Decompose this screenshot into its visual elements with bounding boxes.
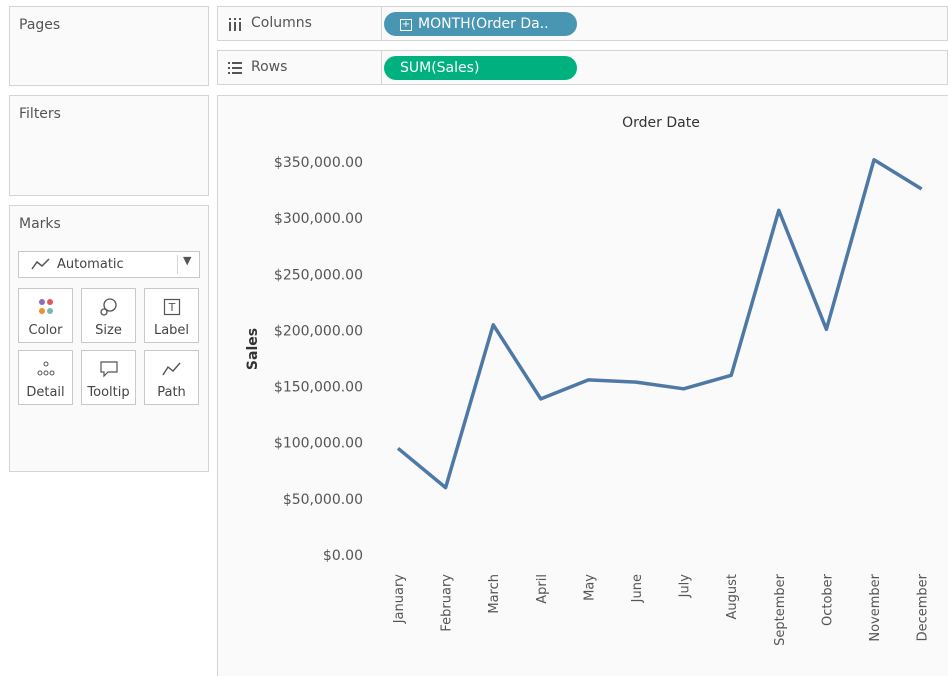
expand-plus-icon[interactable]: + xyxy=(400,19,412,31)
x-tick-label: July xyxy=(678,574,693,599)
data-point[interactable] xyxy=(727,371,735,379)
columns-pill-label: MONTH(Order Da.. xyxy=(418,16,549,32)
sales-line[interactable] xyxy=(396,158,923,490)
marks-card: Marks Automatic ▼ Color Size T Label Det… xyxy=(9,205,209,472)
filters-card[interactable]: Filters xyxy=(9,95,209,196)
y-tick-label: $250,000.00 xyxy=(274,267,363,283)
pages-title: Pages xyxy=(19,17,61,33)
columns-shelf-header: Columns xyxy=(218,7,382,40)
data-point[interactable] xyxy=(442,484,450,492)
data-point[interactable] xyxy=(870,156,878,164)
x-tick-label: April xyxy=(535,574,550,604)
mark-type-label: Automatic xyxy=(57,257,124,272)
y-tick-label: $0.00 xyxy=(323,548,363,564)
detail-label: Detail xyxy=(26,385,65,400)
data-point[interactable] xyxy=(918,185,926,193)
path-button[interactable]: Path xyxy=(144,350,199,405)
color-label: Color xyxy=(28,323,63,338)
data-point[interactable] xyxy=(489,321,497,329)
y-tick-label: $350,000.00 xyxy=(274,155,363,171)
tooltip-label: Tooltip xyxy=(87,385,130,400)
tooltip-button[interactable]: Tooltip xyxy=(81,350,136,405)
data-point[interactable] xyxy=(537,395,545,403)
line-chart[interactable]: Order Date Sales $0.00 $50,000.00 $100,000… xyxy=(218,96,948,677)
rows-pill-label: SUM(Sales) xyxy=(400,60,480,76)
data-point[interactable] xyxy=(822,325,830,333)
label-button[interactable]: T Label xyxy=(144,288,199,343)
chevron-down-icon[interactable]: ▼ xyxy=(183,254,191,267)
label-label: Label xyxy=(153,323,190,338)
size-label: Size xyxy=(95,323,122,338)
month-order-date-pill[interactable]: + MONTH(Order Da.. xyxy=(384,12,577,36)
mark-type-dropdown[interactable]: Automatic ▼ xyxy=(18,251,200,278)
viz-area[interactable]: Order Date Sales $0.00 $50,000.00 $100,000… xyxy=(217,95,948,676)
detail-dots-icon xyxy=(19,359,72,379)
x-tick-label: December xyxy=(916,573,931,641)
y-axis-label: Sales xyxy=(245,328,261,370)
y-tick-label: $300,000.00 xyxy=(274,211,363,227)
pages-card[interactable]: Pages xyxy=(9,6,209,86)
data-point[interactable] xyxy=(394,444,402,452)
y-tick-label: $150,000.00 xyxy=(274,380,363,396)
text-label-icon: T xyxy=(145,297,198,317)
columns-label: Columns xyxy=(251,15,312,31)
x-tick-label: August xyxy=(725,574,740,620)
columns-shelf[interactable]: Columns + MONTH(Order Da.. xyxy=(217,6,948,41)
data-point[interactable] xyxy=(632,378,640,386)
x-tick-label: March xyxy=(487,574,502,614)
rows-icon xyxy=(227,60,243,80)
y-tick-label: $50,000.00 xyxy=(283,492,363,508)
x-tick-label: November xyxy=(868,573,883,641)
sum-sales-pill[interactable]: SUM(Sales) xyxy=(384,56,577,80)
svg-text:T: T xyxy=(167,301,175,314)
data-point[interactable] xyxy=(584,376,592,384)
path-label: Path xyxy=(157,385,186,400)
data-point[interactable] xyxy=(775,206,783,214)
rows-shelf-header: Rows xyxy=(218,51,382,84)
data-point[interactable] xyxy=(680,385,688,393)
x-tick-label: June xyxy=(630,574,645,603)
color-button[interactable]: Color xyxy=(18,288,73,343)
detail-button[interactable]: Detail xyxy=(18,350,73,405)
x-tick-label: October xyxy=(820,573,835,626)
chart-title: Order Date xyxy=(622,115,700,131)
line-chart-icon xyxy=(31,257,51,275)
y-tick-label: $200,000.00 xyxy=(274,323,363,339)
dropdown-separator xyxy=(177,255,178,274)
size-button[interactable]: Size xyxy=(81,288,136,343)
x-tick-label: September xyxy=(773,573,788,646)
filters-title: Filters xyxy=(19,106,61,122)
size-icon xyxy=(82,297,135,317)
path-icon xyxy=(145,359,198,379)
marks-title: Marks xyxy=(19,216,61,232)
x-tick-label: May xyxy=(582,574,597,601)
x-tick-label: February xyxy=(440,574,455,632)
tooltip-icon xyxy=(82,359,135,379)
x-tick-label: January xyxy=(392,574,407,625)
columns-icon xyxy=(227,16,243,36)
rows-shelf[interactable]: Rows SUM(Sales) xyxy=(217,50,948,85)
rows-label: Rows xyxy=(251,59,288,75)
color-dots-icon xyxy=(19,297,72,317)
y-tick-label: $100,000.00 xyxy=(274,436,363,452)
